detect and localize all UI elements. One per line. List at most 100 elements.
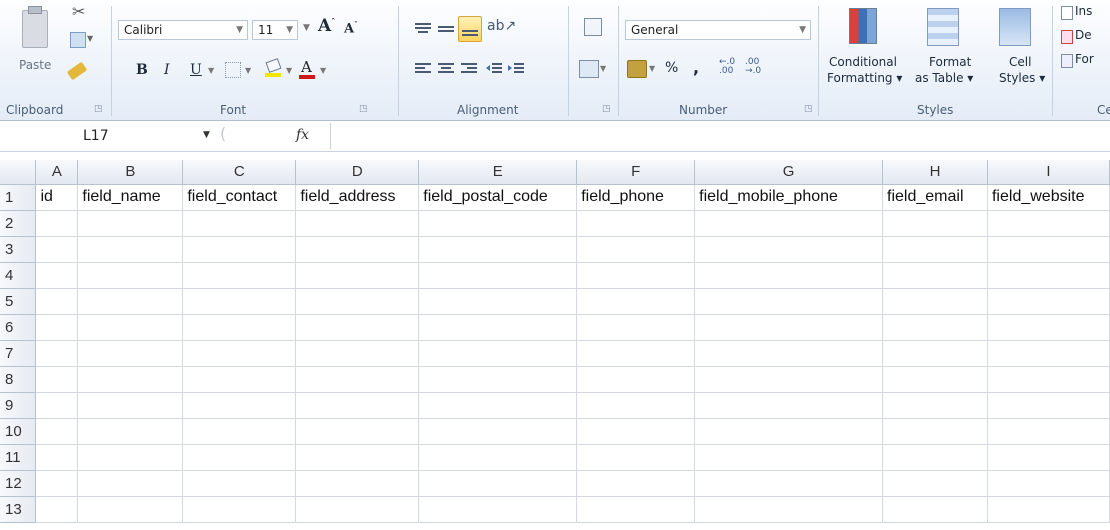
row-header[interactable]: 2 (0, 210, 37, 237)
cell[interactable] (576, 444, 696, 471)
cell[interactable] (576, 314, 696, 341)
cell[interactable] (694, 392, 884, 419)
cell[interactable] (576, 236, 696, 263)
decrease-decimal-icon[interactable]: .00 →.0 (745, 58, 761, 76)
cell-styles-label-2[interactable]: Styles ▾ (999, 71, 1045, 85)
format-painter-icon[interactable] (66, 61, 88, 81)
cell[interactable] (182, 496, 297, 523)
cell[interactable] (418, 288, 578, 315)
name-box-dropdown-icon[interactable]: ▼ (203, 130, 210, 140)
cell[interactable]: field_mobile_phone (694, 184, 884, 211)
cell[interactable] (576, 340, 696, 367)
shrink-font-icon[interactable]: Aˇ (344, 20, 358, 36)
cell[interactable] (182, 288, 297, 315)
select-all-button[interactable] (0, 160, 37, 185)
row-header[interactable]: 9 (0, 392, 37, 419)
format-as-table-label-1[interactable]: Format (929, 55, 971, 69)
column-header[interactable]: C (182, 160, 297, 185)
row-header[interactable]: 11 (0, 444, 37, 471)
cell[interactable] (694, 262, 884, 289)
cell[interactable] (77, 392, 184, 419)
cell[interactable] (77, 496, 184, 523)
cell[interactable] (295, 392, 420, 419)
orientation-icon[interactable]: ab↗ (487, 18, 516, 34)
cell[interactable]: field_phone (576, 184, 696, 211)
cell[interactable] (694, 496, 884, 523)
row-header[interactable]: 6 (0, 314, 37, 341)
copy-icon[interactable] (70, 32, 86, 48)
cell[interactable] (182, 392, 297, 419)
cell[interactable] (987, 366, 1110, 393)
cut-icon[interactable]: ✂ (72, 2, 85, 21)
cell[interactable] (295, 470, 420, 497)
row-header[interactable]: 3 (0, 236, 37, 263)
cell[interactable] (182, 314, 297, 341)
cell[interactable] (418, 444, 578, 471)
cell[interactable] (694, 210, 884, 237)
column-header[interactable]: E (418, 160, 578, 185)
cell[interactable] (35, 210, 79, 237)
conditional-formatting-label-1[interactable]: Conditional (829, 55, 897, 69)
cell[interactable] (418, 366, 578, 393)
cell[interactable] (694, 288, 884, 315)
alignment-launcher-icon[interactable]: ◳ (602, 104, 611, 114)
grow-font-icon[interactable]: Aˆ (318, 16, 335, 36)
cell[interactable] (182, 470, 297, 497)
row-header[interactable]: 10 (0, 418, 37, 445)
cell[interactable] (295, 340, 420, 367)
cell[interactable] (576, 262, 696, 289)
comma-style-button[interactable]: , (693, 58, 699, 77)
cell[interactable]: field_name (77, 184, 184, 211)
cell[interactable] (35, 340, 79, 367)
formula-input[interactable] (330, 123, 1110, 149)
cell[interactable] (295, 288, 420, 315)
font-color-icon[interactable]: A (299, 58, 315, 79)
cell[interactable] (987, 236, 1110, 263)
cell[interactable] (77, 444, 184, 471)
cell[interactable] (77, 314, 184, 341)
cell-styles-icon[interactable] (999, 8, 1031, 46)
cell[interactable] (295, 366, 420, 393)
conditional-formatting-button[interactable] (845, 4, 879, 48)
column-header[interactable]: D (295, 160, 420, 185)
cell[interactable] (987, 496, 1110, 523)
row-header[interactable]: 4 (0, 262, 37, 289)
cell[interactable]: field_address (295, 184, 420, 211)
cell[interactable] (77, 210, 184, 237)
cell[interactable] (295, 314, 420, 341)
cell[interactable] (295, 236, 420, 263)
cell[interactable] (882, 470, 988, 497)
row-header[interactable]: 13 (0, 496, 37, 523)
cell[interactable] (77, 236, 184, 263)
font-launcher-icon[interactable]: ◳ (359, 104, 368, 114)
cell[interactable] (694, 236, 884, 263)
cell[interactable] (295, 496, 420, 523)
cell[interactable] (418, 340, 578, 367)
align-right-icon[interactable] (461, 62, 477, 76)
font-name-select[interactable]: Calibri ▼ (118, 20, 248, 40)
cell[interactable] (576, 418, 696, 445)
cell[interactable] (882, 444, 988, 471)
cell[interactable]: field_website (987, 184, 1110, 211)
cell[interactable] (182, 340, 297, 367)
cell[interactable] (882, 392, 988, 419)
cell[interactable] (35, 392, 79, 419)
cell[interactable] (882, 314, 988, 341)
align-middle-icon[interactable] (438, 22, 454, 36)
cell[interactable]: id (35, 184, 79, 211)
cell[interactable] (182, 262, 297, 289)
cell[interactable] (576, 470, 696, 497)
cell[interactable] (987, 314, 1110, 341)
increase-indent-icon[interactable] (508, 62, 524, 76)
cell[interactable] (882, 340, 988, 367)
cell[interactable] (882, 210, 988, 237)
column-header[interactable]: H (882, 160, 988, 185)
fill-color-icon[interactable] (265, 58, 282, 77)
cell[interactable] (882, 366, 988, 393)
cell[interactable] (418, 418, 578, 445)
cell[interactable] (882, 262, 988, 289)
delete-cells-button[interactable]: De (1075, 28, 1092, 42)
column-header[interactable]: B (77, 160, 184, 185)
cell[interactable] (694, 314, 884, 341)
align-top-icon[interactable] (415, 22, 431, 36)
